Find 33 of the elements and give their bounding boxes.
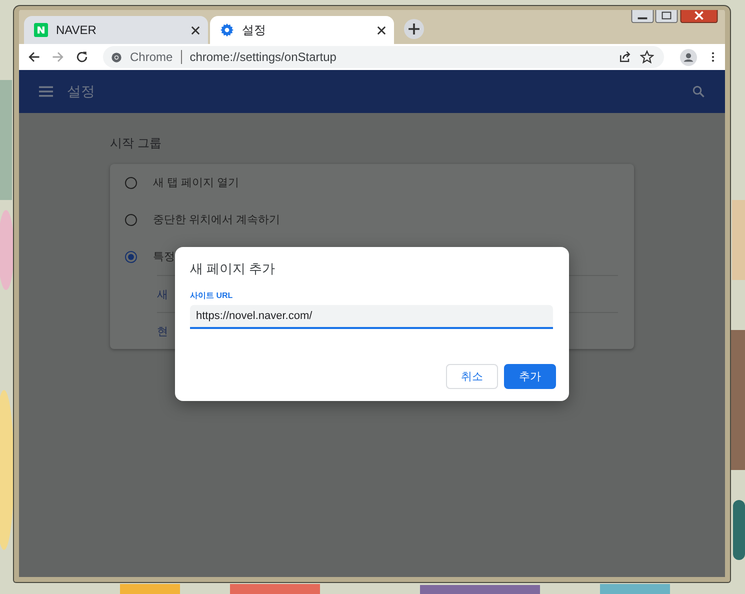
search-icon[interactable]	[692, 85, 705, 98]
maximize-icon[interactable]	[655, 10, 678, 23]
radio-button[interactable]	[125, 214, 137, 226]
share-icon[interactable]	[618, 50, 632, 64]
site-favicon-icon	[34, 23, 48, 37]
close-icon[interactable]	[377, 26, 386, 34]
dialog-title: 새 페이지 추가	[190, 260, 276, 278]
address-bar[interactable]: Chrome chrome://settings/onStartup	[103, 46, 664, 68]
url-input-field[interactable]: https://novel.naver.com/	[190, 305, 553, 329]
radio-button[interactable]	[125, 250, 137, 262]
section-title: 시작 그룹	[110, 135, 162, 152]
cancel-button[interactable]: 취소	[446, 364, 498, 389]
profile-avatar-icon[interactable]	[680, 48, 697, 66]
new-tab-icon[interactable]	[404, 18, 424, 38]
field-label: 사이트 URL	[190, 290, 234, 301]
option-label: 특정	[153, 250, 175, 264]
option-label: 새 탭 페이지 열기	[153, 176, 240, 190]
star-icon[interactable]	[640, 50, 654, 64]
radio-button[interactable]	[125, 176, 137, 188]
browser-tab[interactable]: NAVER	[24, 16, 208, 44]
chrome-logo-icon	[111, 52, 122, 62]
minimize-icon[interactable]	[631, 10, 654, 23]
close-icon[interactable]	[191, 26, 200, 34]
gear-icon	[220, 23, 234, 37]
add-button[interactable]: 추가	[504, 364, 556, 389]
close-icon[interactable]	[679, 10, 719, 23]
reload-icon[interactable]	[75, 50, 89, 64]
option-label: 중단한 위치에서 계속하기	[153, 213, 280, 227]
back-arrow-icon[interactable]	[27, 50, 41, 64]
site-chip-label: Chrome	[130, 50, 173, 64]
url-text: chrome://settings/onStartup	[190, 50, 336, 64]
browser-tab[interactable]: 설정	[210, 16, 394, 44]
page-title: 설정	[67, 82, 95, 100]
